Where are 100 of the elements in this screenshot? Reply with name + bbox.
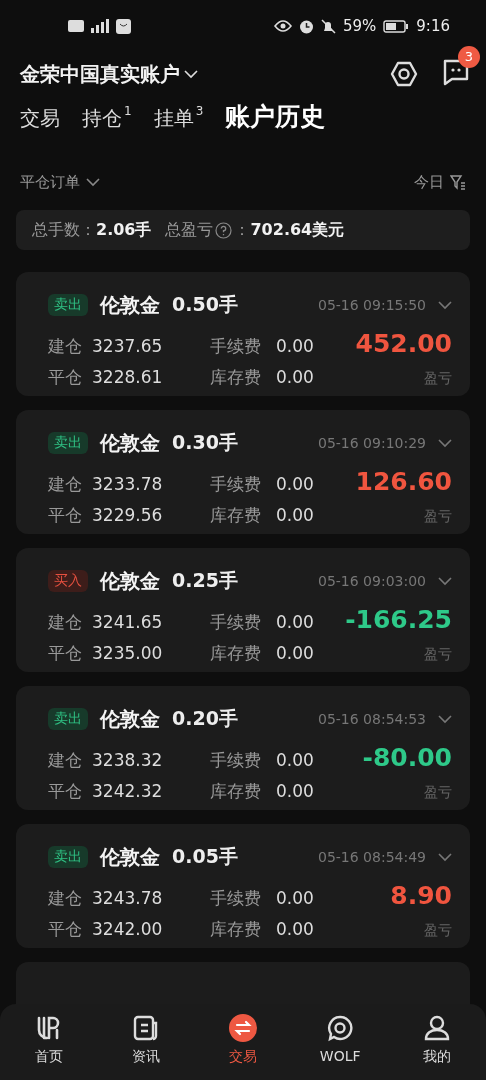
label: 总手数：	[32, 219, 96, 241]
nav-tab[interactable]: 资讯	[97, 1004, 195, 1080]
label: 平仓	[48, 642, 83, 665]
swap-value: 0.00	[276, 505, 315, 525]
order-type-dropdown[interactable]: 平仓订单	[20, 172, 100, 192]
timestamp: 05-16 08:54:49	[318, 849, 426, 865]
help-icon[interactable]	[215, 221, 233, 239]
profit-loss-value: 452.00	[355, 329, 452, 358]
side-tag: 卖出	[48, 846, 88, 868]
tab[interactable]: 账户历史	[225, 100, 326, 133]
total-pnl: 702.64美元	[250, 219, 345, 241]
nav-tab[interactable]: 交易	[194, 1004, 292, 1080]
label: 建仓	[48, 887, 83, 910]
settings-icon[interactable]	[390, 60, 418, 88]
timestamp: 05-16 09:10:29	[318, 435, 426, 451]
side-tag: 买入	[48, 570, 88, 592]
chevron-down-icon	[438, 852, 452, 862]
close-price: 3242.00	[92, 919, 164, 939]
label: ：	[234, 219, 251, 241]
battery-percent: 59%	[342, 17, 377, 35]
label: 盈亏	[423, 922, 452, 940]
label: 建仓	[48, 335, 83, 358]
label: 平仓	[48, 504, 83, 527]
battery-icon	[383, 19, 410, 33]
chevron-down-icon	[438, 300, 452, 310]
lot-size: 0.05手	[172, 844, 238, 869]
message-count-badge: 3	[458, 46, 480, 68]
side-tag: 卖出	[48, 708, 88, 730]
filter-icon	[450, 174, 466, 190]
chevron-down-icon	[184, 69, 198, 79]
bell-muted-icon	[320, 18, 336, 34]
open-price: 3241.65	[92, 612, 164, 632]
close-price: 3228.61	[92, 367, 164, 387]
label: 手续费	[210, 887, 262, 910]
label: 库存费	[210, 504, 262, 527]
nav-tab[interactable]: WOLF	[291, 1004, 389, 1080]
lot-size: 0.50手	[172, 292, 238, 317]
side-tag: 卖出	[48, 294, 88, 316]
timestamp: 05-16 08:54:53	[318, 711, 426, 727]
total-lots: 2.06手	[96, 219, 152, 241]
label: 库存费	[210, 366, 262, 389]
symbol: 伦敦金	[100, 843, 160, 871]
chevron-down-icon	[438, 576, 452, 586]
profit-loss-value: 8.90	[390, 881, 452, 910]
label: 盈亏	[423, 646, 452, 664]
label: 盈亏	[423, 370, 452, 388]
fee-value: 0.00	[276, 336, 315, 356]
alarm-icon	[298, 18, 314, 34]
label: 建仓	[48, 473, 83, 496]
swap-icon	[229, 1014, 257, 1042]
close-price: 3229.56	[92, 505, 164, 525]
label: 平仓	[48, 366, 83, 389]
signal-icon	[90, 19, 110, 33]
open-price: 3233.78	[92, 474, 164, 494]
user-icon	[423, 1014, 452, 1042]
fee-value: 0.00	[276, 750, 315, 770]
chevron-down-icon	[438, 714, 452, 724]
label: 盈亏	[423, 508, 452, 526]
shopping-bag-icon	[116, 18, 131, 34]
tab[interactable]: 挂单$^{3}$	[153, 105, 204, 132]
chevron-down-icon	[86, 177, 100, 187]
clock: 9:16	[416, 17, 450, 35]
profit-loss-value: -80.00	[362, 743, 452, 772]
swap-value: 0.00	[276, 643, 315, 663]
label: 库存费	[210, 642, 262, 665]
swap-value: 0.00	[276, 781, 315, 801]
label: 平仓	[48, 918, 83, 941]
news-icon	[131, 1014, 160, 1042]
label: 盈亏	[423, 784, 452, 802]
nav-tab[interactable]: 我的	[388, 1004, 486, 1080]
nav-tab[interactable]: 首页	[0, 1004, 98, 1080]
symbol: 伦敦金	[100, 705, 160, 733]
chat-icon	[326, 1014, 355, 1042]
close-price: 3242.32	[92, 781, 164, 801]
lot-size: 0.20手	[172, 706, 238, 731]
profit-loss-value: -166.25	[345, 605, 452, 634]
label: 库存费	[210, 918, 262, 941]
swap-value: 0.00	[276, 919, 315, 939]
label: 库存费	[210, 780, 262, 803]
fee-value: 0.00	[276, 612, 315, 632]
timestamp: 05-16 09:15:50	[318, 297, 426, 313]
symbol: 伦敦金	[100, 291, 160, 319]
label: 平仓	[48, 780, 83, 803]
lot-size: 0.30手	[172, 430, 238, 455]
symbol: 伦敦金	[100, 567, 160, 595]
tab[interactable]: 持仓$^{1}$	[82, 105, 132, 132]
tab[interactable]: 交易	[20, 105, 60, 132]
open-price: 3238.32	[92, 750, 164, 770]
label: 建仓	[48, 749, 83, 772]
label: 手续费	[210, 473, 262, 496]
chevron-down-icon	[438, 438, 452, 448]
label: 建仓	[48, 611, 83, 634]
label: 手续费	[210, 335, 262, 358]
lot-size: 0.25手	[172, 568, 238, 593]
period-filter[interactable]: 今日	[414, 172, 466, 192]
eye-icon	[273, 20, 292, 32]
label: 手续费	[210, 749, 262, 772]
label: 手续费	[210, 611, 262, 634]
side-tag: 卖出	[48, 432, 88, 454]
account-selector[interactable]: 金荣中国真实账户	[20, 60, 198, 88]
